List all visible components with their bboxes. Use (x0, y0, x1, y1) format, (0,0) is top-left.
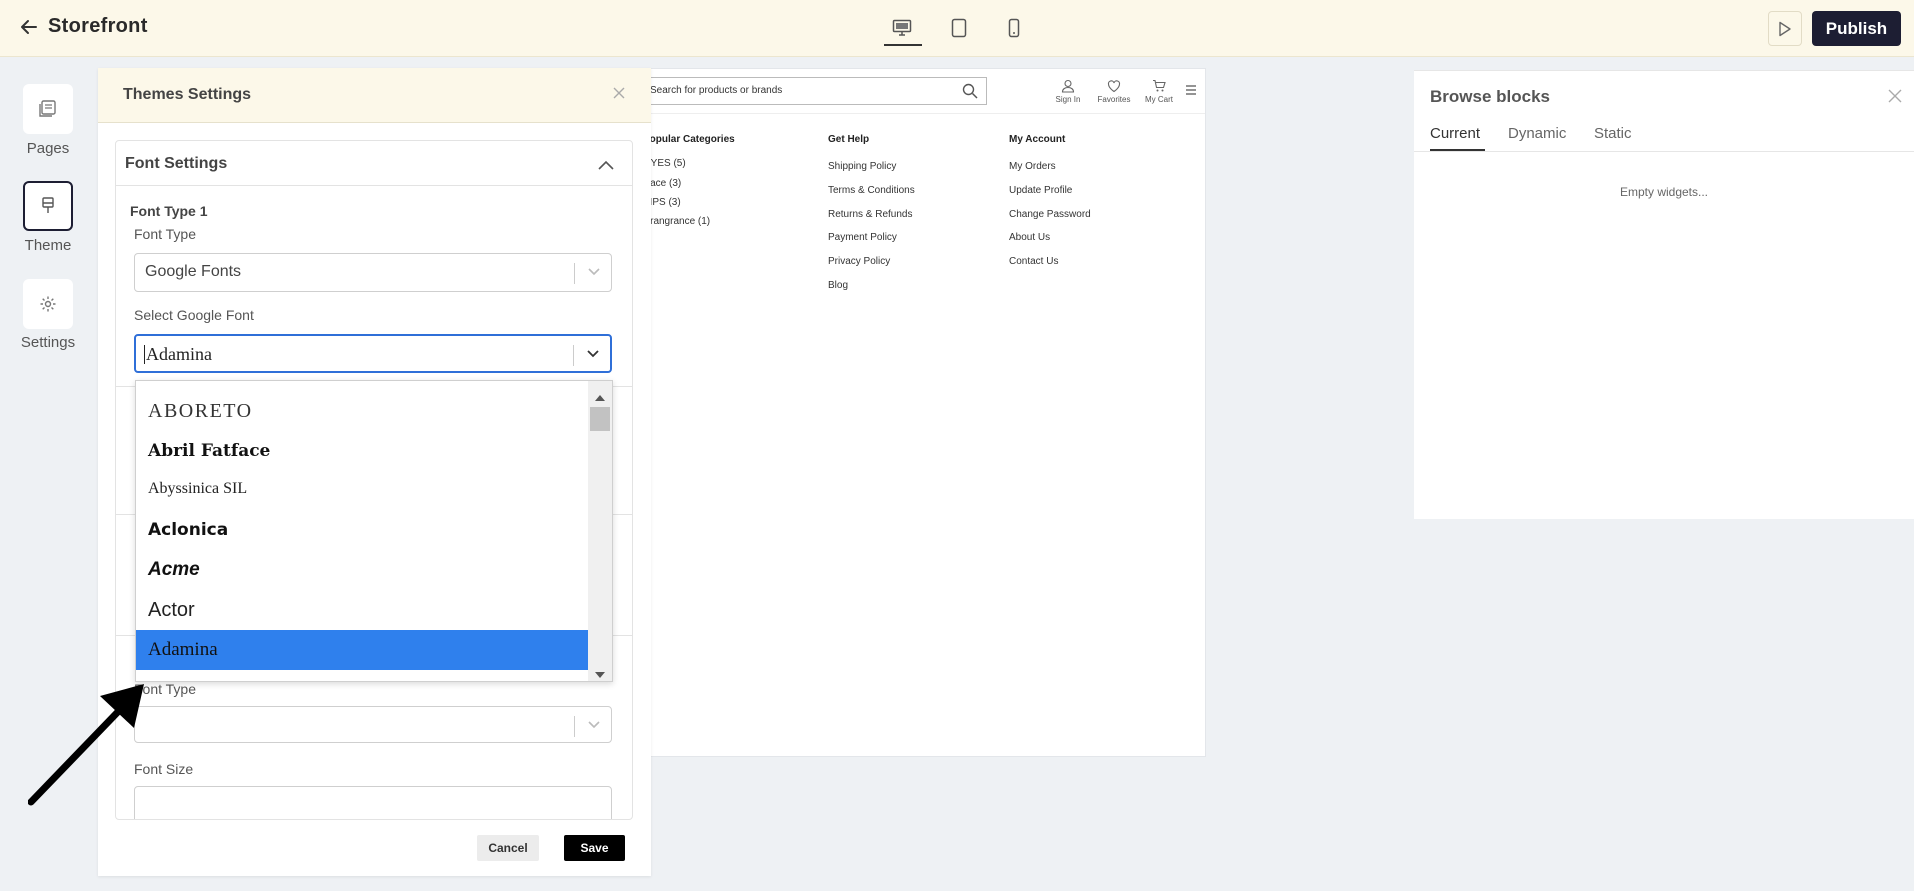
preview-column-heading: My Account (1009, 134, 1066, 145)
cancel-button[interactable]: Cancel (477, 835, 539, 861)
font-size-input[interactable] (134, 786, 612, 819)
font-option[interactable]: Abril Fatface (136, 431, 588, 471)
save-button[interactable]: Save (564, 835, 625, 861)
preview-column-item: Update Profile (1009, 185, 1073, 196)
font-settings-header[interactable]: Font Settings (116, 141, 632, 186)
preview-column-heading: Popular Categories (643, 134, 735, 145)
sidebar-item-theme[interactable] (23, 181, 73, 231)
font-option[interactable]: Actor (136, 590, 588, 630)
font-type-select-2[interactable] (134, 706, 612, 743)
preview-favorites: Favorites (1092, 79, 1136, 104)
top-bar: Storefront Publish (0, 0, 1914, 57)
panel-title: Themes Settings (123, 86, 252, 103)
font-option[interactable]: Abyssinica SIL (136, 469, 588, 509)
preview-column-item: Terms & Conditions (828, 185, 915, 196)
preview-column-heading: Get Help (828, 134, 870, 145)
mobile-icon[interactable] (1000, 14, 1028, 42)
scroll-up-icon[interactable] (595, 388, 605, 406)
scroll-down-icon[interactable] (595, 665, 605, 681)
tab-static[interactable]: Static (1594, 125, 1632, 142)
preview-cart: My Cart (1139, 79, 1179, 104)
paintbrush-icon (42, 197, 54, 213)
select-value: Google Fonts (145, 263, 242, 280)
font-type-select[interactable]: Google Fonts (134, 253, 612, 292)
font-option[interactable]: Acme (136, 550, 588, 590)
tab-current[interactable]: Current (1430, 125, 1480, 142)
select-separator (573, 345, 574, 366)
preview-icon-label: Favorites (1097, 95, 1131, 104)
preview-column-item: Blog (828, 280, 849, 291)
search-placeholder: Search for products or brands (650, 85, 783, 96)
browse-blocks-panel: Browse blocks Current Dynamic Static Emp… (1414, 70, 1914, 519)
chevron-down-icon (587, 717, 601, 736)
user-icon (1061, 79, 1075, 93)
sidebar-item-label: Pages (26, 140, 70, 157)
tab-dynamic[interactable]: Dynamic (1508, 125, 1566, 142)
empty-widgets-text: Empty widgets... (1619, 185, 1709, 199)
preview-button[interactable] (1768, 11, 1802, 46)
panel-title: Browse blocks (1430, 87, 1550, 106)
close-icon[interactable] (613, 83, 625, 104)
select-separator (574, 716, 575, 737)
font-option[interactable]: ABORETO (136, 391, 588, 431)
dropdown-scrollbar[interactable] (588, 381, 612, 681)
preview-column-item: Returns & Refunds (828, 209, 913, 220)
font-type-1-heading: Font Type 1 (130, 203, 208, 219)
publish-button[interactable]: Publish (1812, 11, 1901, 46)
tablet-icon[interactable] (945, 14, 973, 42)
preview-column-item: Contact Us (1009, 256, 1059, 267)
preview-column-item: Shipping Policy (828, 161, 897, 172)
preview-column-item: Privacy Policy (828, 256, 891, 267)
menu-icon (1185, 83, 1197, 101)
tabs-divider (1414, 151, 1914, 152)
text-cursor (144, 345, 145, 364)
preview-column-item: Frangrance (1) (644, 216, 711, 227)
chevron-up-icon[interactable] (598, 157, 614, 175)
field-label: Select Google Font (134, 307, 254, 323)
preview-signin: Sign In (1048, 79, 1088, 104)
select-value: Adamina (146, 344, 212, 364)
chevron-down-icon (586, 346, 600, 365)
heart-icon (1107, 80, 1121, 93)
preview-column-item: My Orders (1009, 161, 1056, 172)
pages-icon (39, 100, 56, 117)
preview-divider (647, 113, 1205, 114)
font-option-selected[interactable]: Adamina (136, 630, 588, 670)
sidebar-item-pages[interactable] (23, 84, 73, 134)
select-separator (574, 263, 575, 284)
search-icon (962, 83, 978, 99)
preview-icon-label: My Cart (1145, 95, 1173, 104)
cart-icon (1153, 79, 1166, 92)
google-font-dropdown: ABORETO Abril Fatface Abyssinica SIL Acl… (135, 380, 613, 682)
preview-column-item: About Us (1009, 232, 1051, 243)
annotation-arrow-icon (27, 668, 158, 813)
close-icon[interactable] (1888, 89, 1902, 108)
preview-column-item: Payment Policy (828, 232, 897, 243)
back-arrow-icon[interactable] (20, 16, 38, 42)
page-title: Storefront (48, 15, 148, 37)
google-font-select[interactable]: Adamina (134, 334, 612, 373)
scrollbar-thumb[interactable] (590, 407, 610, 431)
font-option[interactable]: Aclonica (136, 510, 588, 550)
gear-icon (40, 296, 56, 312)
preview-search-input: Search for products or brands (647, 77, 987, 105)
desktop-icon[interactable] (888, 14, 916, 42)
preview-icon-label: Sign In (1055, 95, 1081, 104)
section-title: Font Settings (125, 155, 228, 172)
sidebar-item-settings[interactable] (23, 279, 73, 329)
preview-column-item: Change Password (1009, 209, 1091, 220)
sidebar-item-label: Theme (24, 237, 72, 254)
storefront-preview: Search for products or brands Sign In Fa… (643, 68, 1206, 757)
play-icon (1779, 21, 1791, 36)
chevron-down-icon (587, 264, 601, 283)
field-label: Font Type (134, 226, 197, 242)
themes-settings-header: Themes Settings (98, 68, 651, 123)
active-device-indicator (884, 44, 922, 46)
sidebar-item-label: Settings (20, 334, 76, 351)
